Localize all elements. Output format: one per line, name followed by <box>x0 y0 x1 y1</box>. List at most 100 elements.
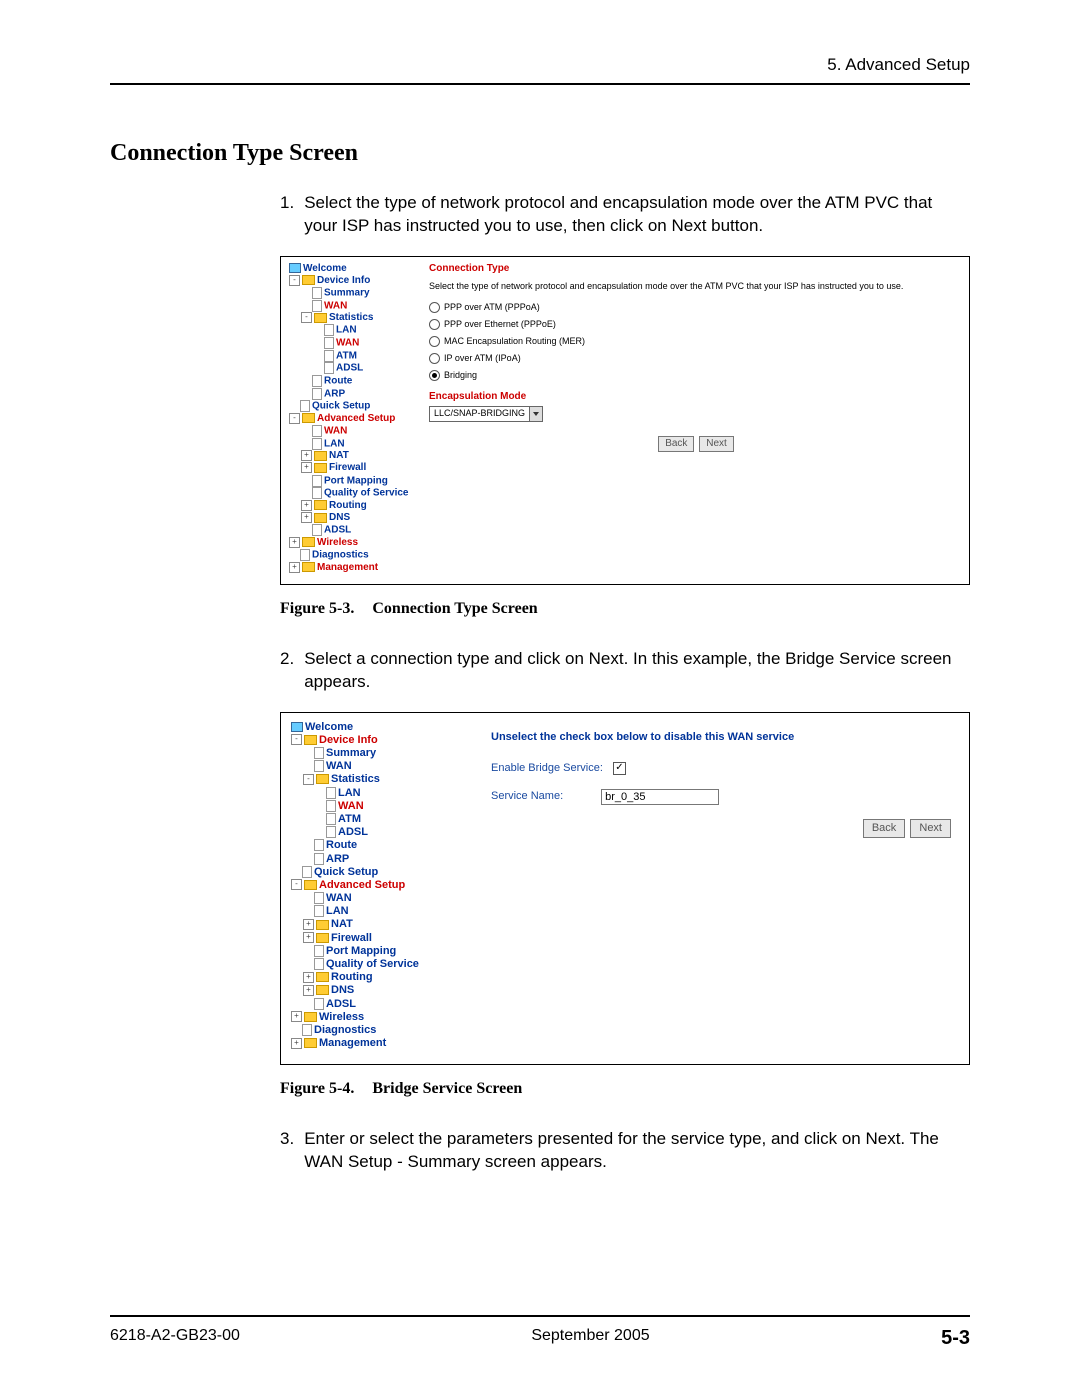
expander-icon[interactable]: + <box>291 1038 302 1049</box>
nav-adv-adsl[interactable]: ADSL <box>324 525 351 536</box>
step-3-text: Enter or select the parameters presented… <box>304 1128 970 1174</box>
nav-quick-setup[interactable]: Quick Setup <box>312 401 370 412</box>
nav-wireless[interactable]: Wireless <box>317 537 358 548</box>
folder-closed-icon <box>302 537 315 547</box>
nav-diagnostics[interactable]: Diagnostics <box>312 550 369 561</box>
nav-summary[interactable]: Summary <box>326 747 376 759</box>
header-rule <box>110 83 970 85</box>
nav-port-mapping[interactable]: Port Mapping <box>326 945 396 957</box>
figure-label: Figure 5-4. <box>280 1080 354 1097</box>
radio-pppoa[interactable]: PPP over ATM (PPPoA) <box>429 302 961 313</box>
nav-diagnostics[interactable]: Diagnostics <box>314 1024 376 1036</box>
nav-adsl[interactable]: ADSL <box>338 826 368 838</box>
radio-bridging[interactable]: Bridging <box>429 370 961 381</box>
chapter-header: 5. Advanced Setup <box>110 55 970 75</box>
expander-icon[interactable]: + <box>301 512 312 523</box>
nav-adsl[interactable]: ADSL <box>336 363 363 374</box>
folder-closed-icon <box>304 1012 317 1022</box>
radio-pppoe[interactable]: PPP over Ethernet (PPPoE) <box>429 319 961 330</box>
nav-qos[interactable]: Quality of Service <box>324 488 408 499</box>
figure-5-4-screenshot: Welcome - Device Info Summary WAN - Statis… <box>280 712 970 1066</box>
nav-route[interactable]: Route <box>324 376 352 387</box>
nav-welcome[interactable]: Welcome <box>305 721 353 733</box>
expander-icon[interactable]: - <box>301 312 312 323</box>
service-name-input[interactable] <box>601 789 719 805</box>
encapsulation-select[interactable]: LLC/SNAP-BRIDGING <box>429 406 543 422</box>
nav-dns[interactable]: DNS <box>329 512 350 523</box>
nav-management[interactable]: Management <box>319 1037 386 1049</box>
enable-bridge-checkbox[interactable]: ✓ <box>613 762 626 775</box>
nav-adv-wan[interactable]: WAN <box>324 426 347 437</box>
radio-mer[interactable]: MAC Encapsulation Routing (MER) <box>429 336 961 347</box>
nav-adv-lan[interactable]: LAN <box>326 905 349 917</box>
folder-closed-icon <box>302 562 315 572</box>
nav-lan[interactable]: LAN <box>338 787 361 799</box>
nav-stats-wan[interactable]: WAN <box>338 800 364 812</box>
radio-ipoa[interactable]: IP over ATM (IPoA) <box>429 353 961 364</box>
nav-wireless[interactable]: Wireless <box>319 1011 364 1023</box>
expander-icon[interactable]: + <box>301 450 312 461</box>
nav-wan[interactable]: WAN <box>324 300 347 311</box>
back-button[interactable]: Back <box>863 819 905 838</box>
nav-routing[interactable]: Routing <box>331 971 373 983</box>
nav-lan[interactable]: LAN <box>336 325 357 336</box>
nav-firewall[interactable]: Firewall <box>329 463 366 474</box>
nav-statistics[interactable]: Statistics <box>329 312 373 323</box>
screen-icon <box>291 722 303 732</box>
nav-route[interactable]: Route <box>326 839 357 851</box>
panel-title: Connection Type <box>429 263 961 275</box>
page-icon <box>314 747 324 759</box>
nav-wan[interactable]: WAN <box>326 760 352 772</box>
expander-icon[interactable]: + <box>303 985 314 996</box>
back-button[interactable]: Back <box>658 436 694 452</box>
expander-icon[interactable]: + <box>289 537 300 548</box>
nav-welcome[interactable]: Welcome <box>303 263 347 274</box>
nav-firewall[interactable]: Firewall <box>331 932 372 944</box>
nav-nat[interactable]: NAT <box>331 918 353 930</box>
nav-advanced-setup[interactable]: Advanced Setup <box>317 413 395 424</box>
nav-management[interactable]: Management <box>317 562 378 573</box>
nav-adv-wan[interactable]: WAN <box>326 892 352 904</box>
nav-quick-setup[interactable]: Quick Setup <box>314 866 378 878</box>
expander-icon[interactable]: + <box>301 500 312 511</box>
nav-nat[interactable]: NAT <box>329 450 349 461</box>
step-1-number: 1. <box>280 192 294 238</box>
nav-device-info[interactable]: Device Info <box>317 275 370 286</box>
next-button[interactable]: Next <box>699 436 734 452</box>
nav-dns[interactable]: DNS <box>331 984 354 996</box>
nav-adv-lan[interactable]: LAN <box>324 438 345 449</box>
nav-statistics[interactable]: Statistics <box>331 773 380 785</box>
nav-qos[interactable]: Quality of Service <box>326 958 419 970</box>
nav-adv-adsl[interactable]: ADSL <box>326 998 356 1010</box>
expander-icon[interactable]: + <box>301 462 312 473</box>
nav-arp[interactable]: ARP <box>324 388 345 399</box>
nav-routing[interactable]: Routing <box>329 500 367 511</box>
folder-closed-icon <box>316 972 329 982</box>
nav-stats-wan[interactable]: WAN <box>336 338 359 349</box>
nav-summary[interactable]: Summary <box>324 288 370 299</box>
expander-icon[interactable]: + <box>289 562 300 573</box>
expander-icon[interactable]: - <box>289 275 300 286</box>
radio-label: MAC Encapsulation Routing (MER) <box>444 336 585 347</box>
nav-atm[interactable]: ATM <box>338 813 361 825</box>
expander-icon[interactable]: - <box>289 413 300 424</box>
nav-arp[interactable]: ARP <box>326 853 349 865</box>
expander-icon[interactable]: + <box>291 1011 302 1022</box>
radio-label: IP over ATM (IPoA) <box>444 353 521 364</box>
expander-icon[interactable]: - <box>291 734 302 745</box>
page-icon <box>312 438 322 450</box>
nav-advanced-setup[interactable]: Advanced Setup <box>319 879 405 891</box>
expander-icon[interactable]: + <box>303 972 314 983</box>
expander-icon[interactable]: - <box>291 879 302 890</box>
nav-atm[interactable]: ATM <box>336 350 357 361</box>
bridge-service-panel: Unselect the check box below to disable … <box>461 721 957 839</box>
next-button[interactable]: Next <box>910 819 951 838</box>
page-icon <box>302 866 312 878</box>
expander-icon[interactable]: - <box>303 774 314 785</box>
figure-5-4-caption: Figure 5-4.Bridge Service Screen <box>280 1080 970 1098</box>
nav-device-info[interactable]: Device Info <box>319 734 378 746</box>
page-icon <box>312 300 322 312</box>
expander-icon[interactable]: + <box>303 932 314 943</box>
nav-port-mapping[interactable]: Port Mapping <box>324 475 388 486</box>
expander-icon[interactable]: + <box>303 919 314 930</box>
